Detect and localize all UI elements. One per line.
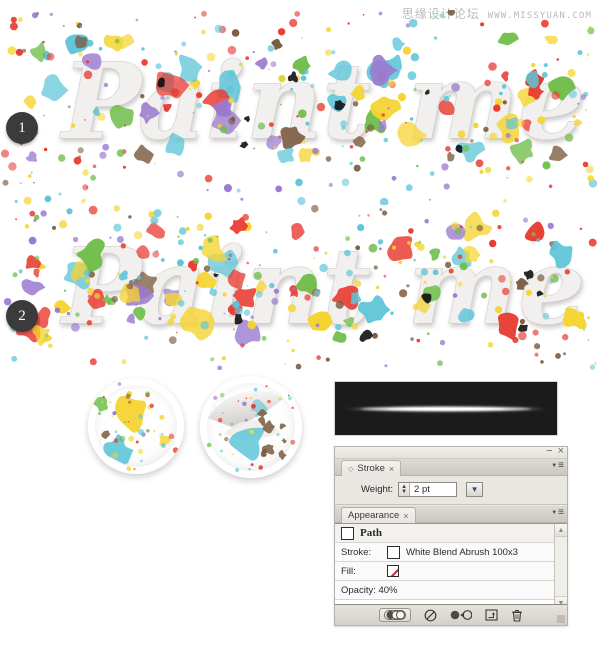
appearance-row-path[interactable]: Path [335,524,567,543]
chevron-down-icon: ▼ [551,462,558,469]
appearance-row-path-label: Path [360,527,382,539]
tab-stroke[interactable]: ◇ Stroke × [341,460,402,476]
appearance-row-stroke-key: Stroke: [341,546,372,558]
appearance-footer-toolbar [335,604,567,625]
reduce-to-basic-appearance-button[interactable] [450,609,472,621]
artwork-paint-me-step1: Paint me [0,10,600,205]
window-buttons: − × [546,446,564,457]
step-badge-2-number: 2 [18,307,26,324]
step-badge-1: 1 [6,112,38,144]
weight-dropdown-button[interactable]: ▼ [466,482,484,497]
hamburger-icon: ≡ [558,507,564,518]
step-badge-2: 2 [6,300,38,332]
stroke-panel-menu-button[interactable]: ▼ ≡ [551,460,564,471]
loupe-splatters-left [93,381,182,471]
weight-spinner[interactable]: ▲ ▼ 2 pt [398,482,458,497]
screenshot-root: 思缘设计论坛 WWW.MISSYUAN.COM Paint me [0,0,600,650]
artwork-word-1: Paint me [59,39,585,163]
circle-arrow-circle-icon [450,610,472,620]
close-icon[interactable]: × [558,446,564,457]
appearance-row-opacity-label: Opacity: 40% [341,584,398,596]
fill-none-swatch[interactable] [387,565,399,577]
spinner-arrows-icon[interactable]: ▲ ▼ [399,483,411,496]
duplicate-square-icon [485,609,498,621]
detail-magnifier-right-content [206,384,296,473]
detail-magnifier-left-content [93,381,182,471]
appearance-list: Path Stroke: White Blend Abrush 100x3 Fi… [335,523,567,609]
trash-icon [512,609,522,622]
tab-appearance-close-icon[interactable]: × [403,511,408,521]
appearance-row-fill-key: Fill: [341,565,356,577]
clear-appearance-button[interactable] [424,609,437,622]
step-badge-1-number: 1 [18,119,26,136]
spinner-down-icon[interactable]: ▼ [401,489,407,495]
stroke-weight-row: Weight: ▲ ▼ 2 pt ▼ [335,476,567,505]
detail-magnifier-left [88,378,184,474]
weight-label: Weight: [361,484,394,495]
delete-item-button[interactable] [511,609,523,622]
appearance-row-opacity[interactable]: Opacity: 40% [335,581,567,600]
illustrator-panel-group: − × ◇ Stroke × ▼ ≡ Weight: ▲ ▼ 2 pt ▼ Ap… [334,446,568,626]
artwork-svg-2: Paint me [3,205,597,370]
path-target-swatch[interactable] [341,526,354,540]
tab-appearance-label: Appearance [348,510,400,521]
panel-grip-icon: ◇ [348,465,354,473]
weight-input[interactable]: 2 pt [410,483,457,496]
duplicate-item-button[interactable] [485,609,498,621]
artwork-svg-1: Paint me [0,10,598,205]
brush-preview-stroke [342,405,550,413]
detail-magnifier-right [200,376,302,478]
no-symbol-icon [424,609,437,621]
panel-titlebar: − × [335,446,567,459]
brush-preview-swatch [334,381,558,436]
tab-stroke-close-icon[interactable]: × [389,464,394,474]
stroke-tabstrip: ◇ Stroke × ▼ ≡ [335,459,567,476]
appearance-tabstrip: Appearance × ▼ ≡ [335,506,567,523]
toggle-visibility-button[interactable] [379,608,411,622]
minimize-icon[interactable]: − [546,446,552,457]
appearance-panel-menu-button[interactable]: ▼ ≡ [551,507,564,518]
stroke-color-swatch[interactable] [387,545,400,559]
appearance-row-stroke[interactable]: Stroke: White Blend Abrush 100x3 [335,543,567,562]
tab-stroke-label: Stroke [357,463,385,474]
appearance-row-stroke-value: White Blend Abrush 100x3 [406,546,518,558]
scroll-up-icon[interactable]: ▲ [555,524,567,537]
tab-appearance[interactable]: Appearance × [341,507,416,523]
appearance-scrollbar[interactable]: ▲ ▼ [554,524,567,609]
panel-resize-grip-icon[interactable] [557,615,565,623]
toggle-icon [384,610,406,620]
artwork-paint-me-step2: Paint me [0,205,600,370]
chevron-down-icon: ▼ [470,485,479,494]
appearance-row-fill[interactable]: Fill: [335,562,567,581]
chevron-down-icon: ▼ [551,509,558,516]
hamburger-icon: ≡ [558,460,564,471]
